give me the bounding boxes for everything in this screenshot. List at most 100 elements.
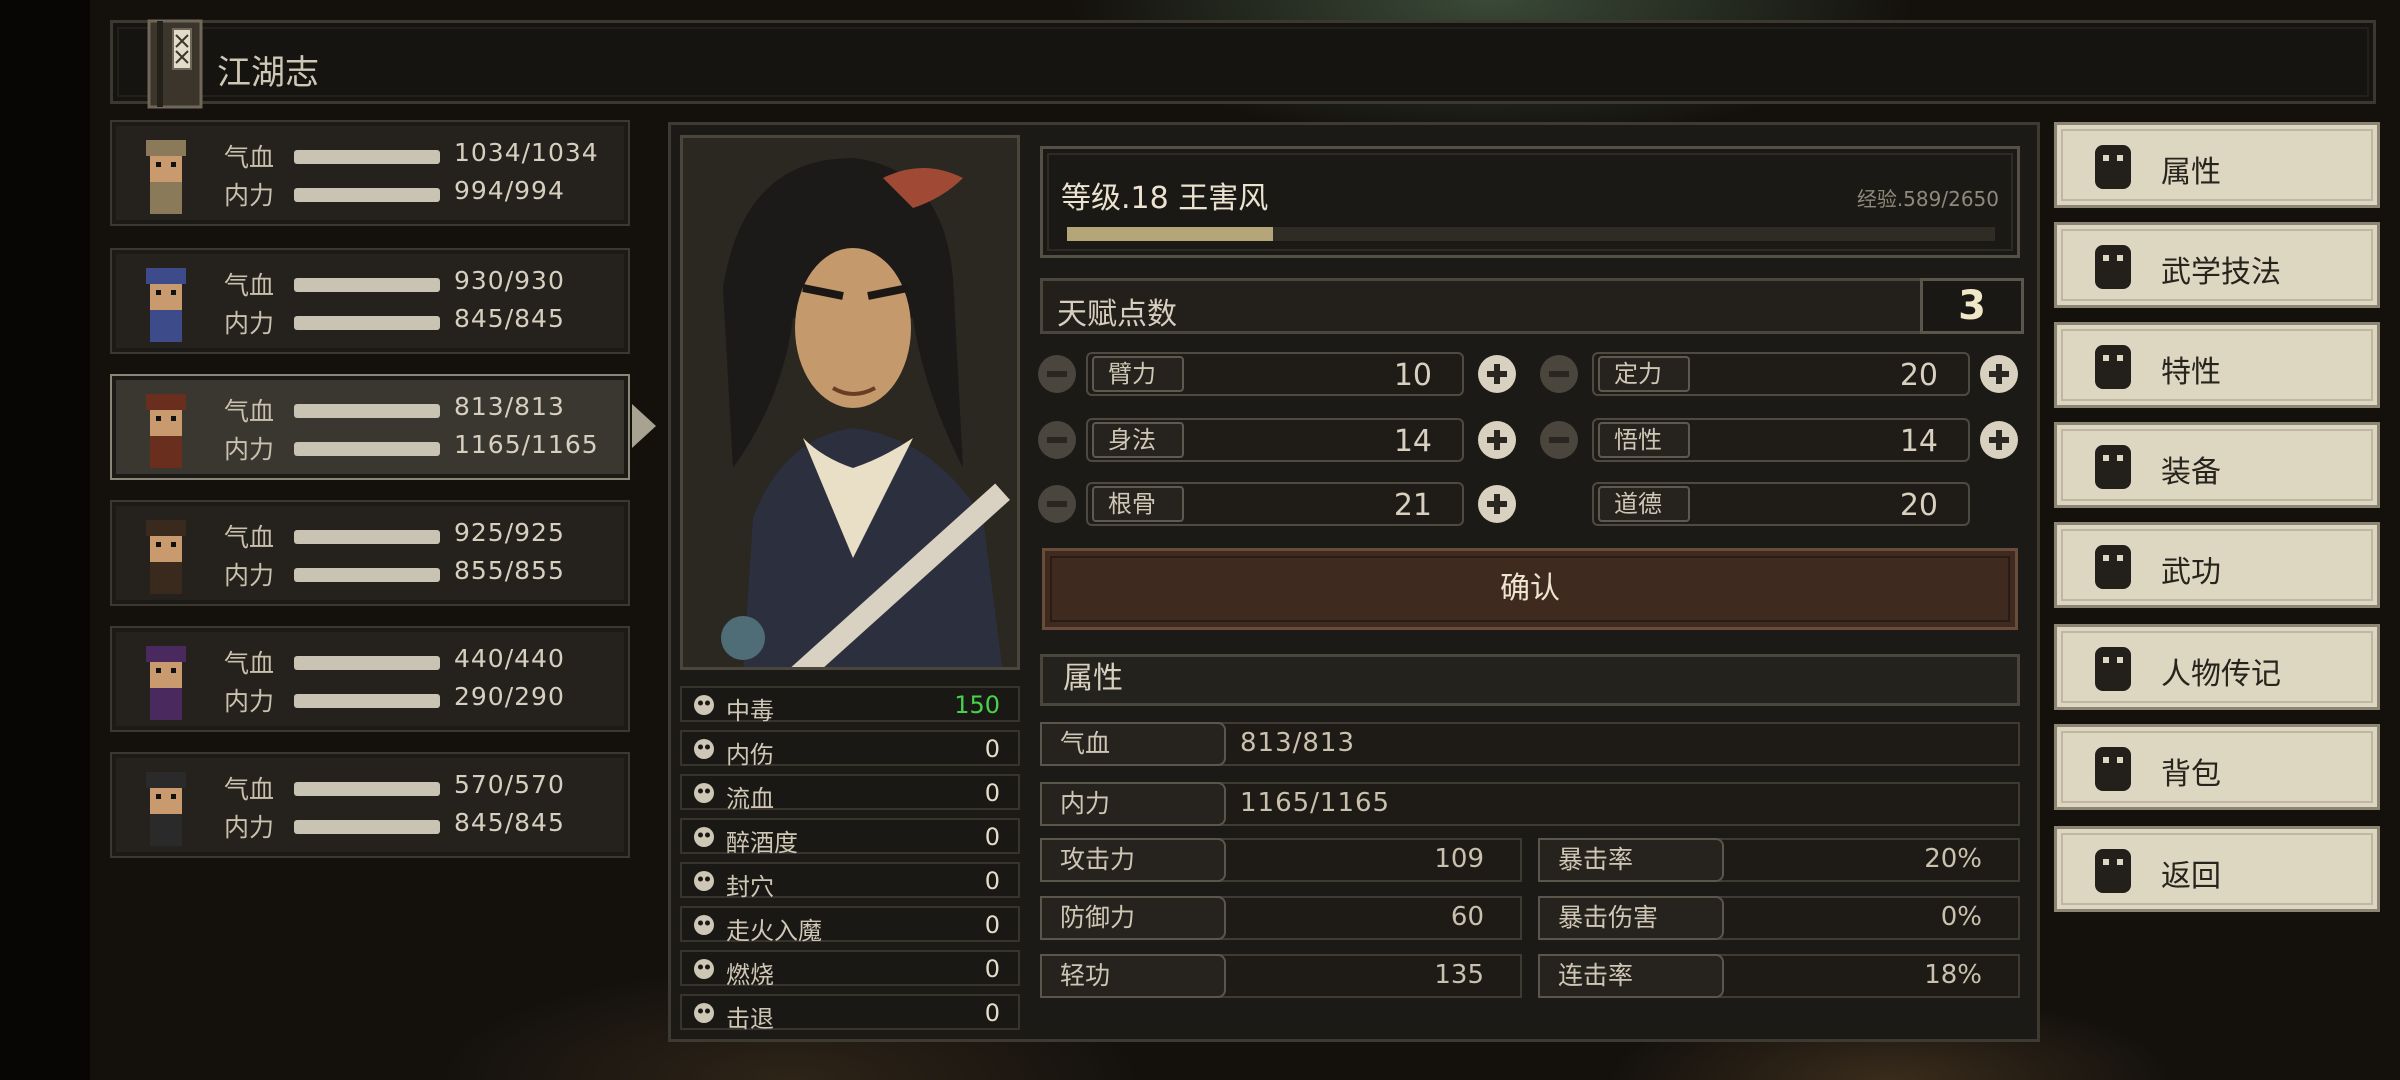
hp-bar-fill [294,530,440,544]
mp-label: 内力 [224,813,275,842]
party-member-avatar [146,646,186,720]
decrease-attribute-button[interactable] [1038,485,1076,523]
increase-attribute-button[interactable] [1478,355,1516,393]
hp-bar [294,656,440,670]
increase-attribute-button[interactable] [1980,355,2018,393]
increase-attribute-button[interactable] [1980,421,2018,459]
property-value: 60 [1450,902,1484,932]
hp-value: 925/925 [454,518,565,547]
menu-button-label: 背包 [2161,757,2221,792]
person-attributes-icon [2095,145,2131,189]
properties-section-title: 属性 [1040,654,2020,706]
decrease-attribute-button[interactable] [1038,355,1076,393]
scroll-icon [2095,647,2131,691]
property-row-mp: 内力 1165/1165 [1040,782,2020,826]
decrease-attribute-button[interactable] [1540,355,1578,393]
increase-attribute-button[interactable] [1478,421,1516,459]
menu-button[interactable]: 特性 [2054,322,2380,408]
skull-icon [694,695,714,715]
menu-button-label: 返回 [2161,859,2221,894]
menu-button[interactable]: 背包 [2054,724,2380,810]
sword-icon [2095,445,2131,489]
status-effect-row: 击退 0 [680,994,1020,1033]
increase-attribute-button[interactable] [1478,485,1516,523]
party-member-card[interactable]: 气血 440/440 内力 290/290 [110,626,630,732]
menu-button-label: 人物传记 [2161,657,2281,692]
hp-bar-fill [294,782,440,796]
property-value: 135 [1434,960,1484,990]
party-member-card[interactable]: 气血 570/570 内力 845/845 [110,752,630,858]
attribute-label: 道德 [1598,486,1690,522]
hp-value: 1034/1034 [454,138,599,167]
property-label: 暴击率 [1538,838,1724,882]
menu-button-label: 属性 [2161,155,2221,190]
party-member-card[interactable]: 气血 930/930 内力 845/845 [110,248,630,354]
hp-label: 气血 [224,649,275,678]
mp-label: 内力 [224,687,275,716]
attribute-label: 悟性 [1598,422,1690,458]
mp-bar [294,316,440,330]
acupoint-icon [694,871,714,891]
property-value: 20% [1924,844,1982,874]
attribute-field: 道德 20 [1592,482,1970,526]
mp-bar-fill [294,820,440,834]
decrease-attribute-button[interactable] [1540,421,1578,459]
property-value: 1165/1165 [1240,788,1391,818]
property-value: 813/813 [1240,728,1356,758]
menu-button[interactable]: 属性 [2054,122,2380,208]
party-member-card[interactable]: 气血 925/925 内力 855/855 [110,500,630,606]
broken-heart-icon [694,739,714,759]
mp-value: 845/845 [454,304,565,333]
status-effect-value: 0 [984,999,1000,1027]
hp-label: 气血 [224,523,275,552]
status-effect-value: 0 [984,779,1000,807]
demon-face-icon [694,915,714,935]
menu-button[interactable]: 人物传记 [2054,624,2380,710]
mp-value: 845/845 [454,808,565,837]
status-effect-row: 燃烧 0 [680,950,1020,989]
party-member-avatar [146,268,186,342]
property-label: 内力 [1040,782,1226,826]
party-member-card[interactable]: 气血 813/813 内力 1165/1165 [110,374,656,480]
property-row-qinggong: 轻功 135 [1040,954,1522,998]
menu-button-label: 武功 [2161,555,2221,590]
person-skills-icon [2095,245,2131,289]
mp-bar-fill [294,442,440,456]
attribute-value: 14 [1899,424,1938,459]
door-icon [2095,849,2131,893]
hp-bar [294,150,440,164]
decrease-attribute-button[interactable] [1038,421,1076,459]
confirm-button[interactable]: 确认 [1042,548,2018,630]
status-effect-label: 封穴 [726,873,774,901]
party-member-avatar [146,394,186,468]
menu-button[interactable]: 返回 [2054,826,2380,912]
party-member-card[interactable]: 气血 1034/1034 内力 994/994 [110,120,630,226]
hp-label: 气血 [224,143,275,172]
mp-bar [294,694,440,708]
status-effect-label: 中毒 [726,697,774,725]
mp-bar [294,820,440,834]
menu-button[interactable]: 武功 [2054,522,2380,608]
hp-bar-fill [294,278,440,292]
menu-button[interactable]: 装备 [2054,422,2380,508]
menu-button[interactable]: 武学技法 [2054,222,2380,308]
talent-points-label: 天赋点数 [1057,297,1177,332]
hp-bar-fill [294,150,440,164]
hp-bar-fill [294,656,440,670]
hp-bar [294,278,440,292]
hp-bar-fill [294,404,440,418]
manual-book-icon [2095,545,2131,589]
level-and-name: 等级.18 王害风 [1061,181,1269,216]
property-label: 攻击力 [1040,838,1226,882]
attribute-field: 定力 20 [1592,352,1970,396]
property-row-attack: 攻击力 109 [1040,838,1522,882]
attribute-label: 身法 [1092,422,1184,458]
hp-value: 440/440 [454,644,565,673]
title-bar: 江湖志 [110,19,2376,109]
menu-button-label: 特性 [2161,355,2221,390]
property-label: 连击率 [1538,954,1724,998]
attribute-value: 20 [1899,488,1938,523]
property-value: 109 [1434,844,1484,874]
mp-bar-fill [294,568,440,582]
status-effect-value: 0 [984,823,1000,851]
